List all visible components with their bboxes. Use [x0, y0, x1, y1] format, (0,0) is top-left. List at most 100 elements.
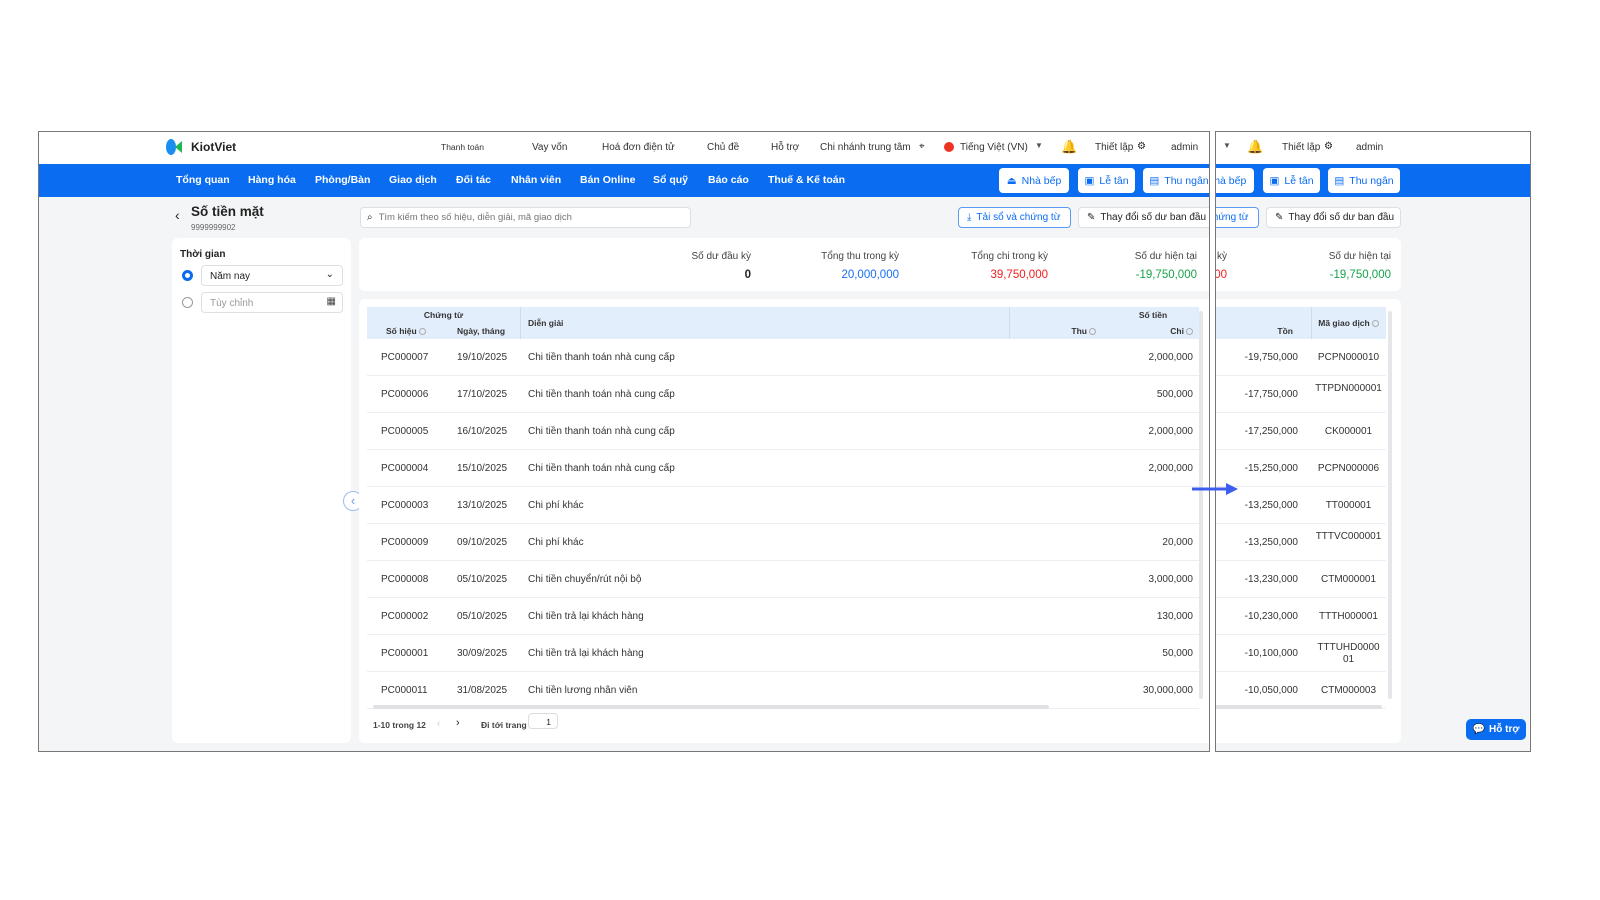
nav-products[interactable]: Hàng hóa [248, 174, 296, 186]
vertical-scrollbar[interactable] [1199, 311, 1203, 699]
link-support[interactable]: Hỗ trợ [771, 142, 799, 153]
reception-button[interactable]: ▣ Lễ tân [1078, 168, 1135, 193]
nav-overview[interactable]: Tổng quan [176, 174, 230, 186]
nav-rooms[interactable]: Phòng/Bàn [315, 174, 370, 186]
cell-date: 16/10/2025 [457, 426, 508, 437]
screenshot-before: KiotViet Thanh toán Vay vốn Hoá đơn điện… [38, 131, 1210, 752]
table-row[interactable]: PC000004 15/10/2025 Chi tiền thanh toán … [367, 450, 1199, 487]
info-icon [1371, 320, 1379, 328]
page-title: Số tiền mặt [191, 204, 264, 219]
table-row[interactable]: PC000005 16/10/2025 Chi tiền thanh toán … [367, 413, 1199, 450]
goto-page-label: Đi tới trang [481, 720, 527, 730]
table-row[interactable]: -10,100,000 TTTUHD000001 [1216, 635, 1386, 672]
pagination-range: 1-10 trong 12 [373, 720, 426, 730]
cell-desc: Chi tiền thanh toán nhà cung cấp [528, 389, 675, 400]
branch-selector[interactable]: Chi nhánh trung tâm [820, 142, 911, 153]
change-balance-button[interactable]: ✎ Thay đổi số dư ban đầu [1078, 207, 1209, 228]
table-row[interactable]: -17,250,000 CK000001 [1216, 413, 1386, 450]
search-input[interactable] [378, 212, 679, 223]
user-menu[interactable]: admin [1356, 142, 1383, 153]
search-box[interactable]: ⌕ [360, 207, 691, 228]
settings-link[interactable]: Thiết lập [1095, 142, 1133, 153]
header-code-label: Số hiệu [386, 326, 417, 336]
kitchen-button[interactable]: ⏏Nhà bếp [999, 168, 1069, 193]
cashier-button[interactable]: ▤ Thu ngân [1328, 168, 1400, 193]
header-desc: Diễn giải [528, 318, 564, 328]
next-page-icon[interactable]: › [456, 717, 460, 729]
horizontal-scrollbar[interactable] [373, 705, 1049, 709]
goto-page-input[interactable]: 1 [528, 713, 558, 729]
back-chevron-icon[interactable]: ‹ [175, 207, 180, 223]
settings-link[interactable]: Thiết lập [1282, 142, 1320, 153]
radio-custom[interactable] [182, 297, 193, 308]
vertical-scrollbar[interactable] [1388, 311, 1392, 699]
download-button[interactable]: ⤓Tải sổ và chứng từ [1216, 207, 1259, 228]
cell-date: 13/10/2025 [457, 500, 508, 511]
pencil-icon: ✎ [1087, 212, 1096, 223]
link-loan[interactable]: Vay vốn [532, 142, 567, 153]
reception-button[interactable]: ▣ Lễ tân [1263, 168, 1320, 193]
custom-date-input[interactable]: Tùy chỉnh ▦ [201, 292, 343, 313]
download-label: Tải sổ và chứng từ [1216, 212, 1249, 223]
support-button[interactable]: 💬 Hỗ trợ [1466, 719, 1526, 740]
nav-employees[interactable]: Nhân viên [511, 174, 561, 186]
cell-chi: 500,000 [1156, 389, 1193, 400]
table-row[interactable]: PC000006 17/10/2025 Chi tiền thanh toán … [367, 376, 1199, 413]
bell-icon[interactable]: 🔔 [1247, 139, 1263, 155]
table-row[interactable]: -13,230,000 CTM000001 [1216, 561, 1386, 598]
link-payment[interactable]: Thanh toán [441, 142, 484, 152]
table-row[interactable]: -13,250,000 TT000001 [1216, 487, 1386, 524]
cell-code: PC000009 [381, 537, 429, 548]
table-row[interactable]: PC000011 31/08/2025 Chi tiền lương nhân … [367, 672, 1199, 709]
cell-chi: 20,000 [1162, 537, 1193, 548]
cell-ton: -10,050,000 [1244, 685, 1298, 696]
nav-partners[interactable]: Đối tác [456, 174, 491, 186]
period-select[interactable]: Năm nay ⌄ [201, 265, 343, 286]
link-theme[interactable]: Chủ đề [707, 142, 739, 153]
nav-transactions[interactable]: Giao dịch [389, 174, 437, 186]
change-balance-button[interactable]: ✎ Thay đổi số dư ban đầu [1266, 207, 1401, 228]
prev-page-icon[interactable]: ‹ [437, 718, 440, 729]
cell-code: PC000008 [381, 574, 429, 585]
horizontal-scrollbar[interactable] [1216, 705, 1382, 709]
table-row[interactable]: -15,250,000 PCPN000006 [1216, 450, 1386, 487]
link-einvoice[interactable]: Hoá đơn điện tử [602, 142, 675, 153]
table-row[interactable]: -10,050,000 CTM000003 [1216, 672, 1386, 709]
nav-tax[interactable]: Thuế & Kế toán [768, 174, 845, 186]
summary-card: Tổng chi trong kỳ 39,750,000 Số dư hiện … [1216, 238, 1401, 291]
cell-ma: CTM000003 [1320, 685, 1377, 696]
nav-cashbook[interactable]: Sổ quỹ [653, 174, 688, 186]
table-row[interactable]: -17,750,000 TTPDN000001 [1216, 376, 1386, 413]
calendar-icon: ▦ [326, 296, 336, 307]
header-date: Ngày, tháng [457, 326, 506, 336]
cell-desc: Chi tiền chuyển/rút nội bộ [528, 574, 642, 585]
bell-icon[interactable]: 🔔 [1061, 139, 1077, 155]
table-row[interactable]: PC000003 13/10/2025 Chi phí khác [367, 487, 1199, 524]
cashier-button[interactable]: ▤ Thu ngân [1143, 168, 1209, 193]
table-row[interactable]: PC000001 30/09/2025 Chi tiền trả lại khá… [367, 635, 1199, 672]
table-row[interactable]: -10,230,000 TTTH000001 [1216, 598, 1386, 635]
language-selector[interactable]: Tiếng Việt (VN) [960, 142, 1028, 153]
cell-code: PC000006 [381, 389, 429, 400]
cell-ma: CTM000001 [1320, 574, 1377, 585]
income-label: Tổng thu trong kỳ [821, 251, 899, 262]
main-nav: Tổng quan Hàng hóa Phòng/Bàn Giao dịch Đ… [39, 164, 1209, 197]
table-row[interactable]: PC000002 05/10/2025 Chi tiền trả lại khá… [367, 598, 1199, 635]
table-row[interactable]: -13,250,000 TTTVC000001 [1216, 524, 1386, 561]
nav-reports[interactable]: Báo cáo [708, 174, 749, 186]
income-value: 20,000,000 [841, 269, 899, 281]
table-row[interactable]: PC000009 09/10/2025 Chi phí khác 20,000 [367, 524, 1199, 561]
radio-this-year[interactable] [182, 270, 193, 281]
cell-ton: -17,750,000 [1244, 389, 1298, 400]
nav-online[interactable]: Bán Online [580, 174, 635, 186]
kitchen-button[interactable]: ⏏Nhà bếp [1216, 168, 1254, 193]
download-button[interactable]: ⤓Tải sổ và chứng từ [958, 207, 1071, 228]
header-code: Số hiệu [386, 326, 426, 336]
chevron-down-icon: ▼ [1035, 141, 1043, 150]
cell-desc: Chi tiền trả lại khách hàng [528, 611, 644, 622]
user-menu[interactable]: admin [1171, 142, 1198, 153]
table-row[interactable]: PC000008 05/10/2025 Chi tiền chuyển/rút … [367, 561, 1199, 598]
table-row[interactable]: -19,750,000 PCPN000010 [1216, 339, 1386, 376]
cell-code: PC000001 [381, 648, 429, 659]
table-row[interactable]: PC000007 19/10/2025 Chi tiền thanh toán … [367, 339, 1199, 376]
